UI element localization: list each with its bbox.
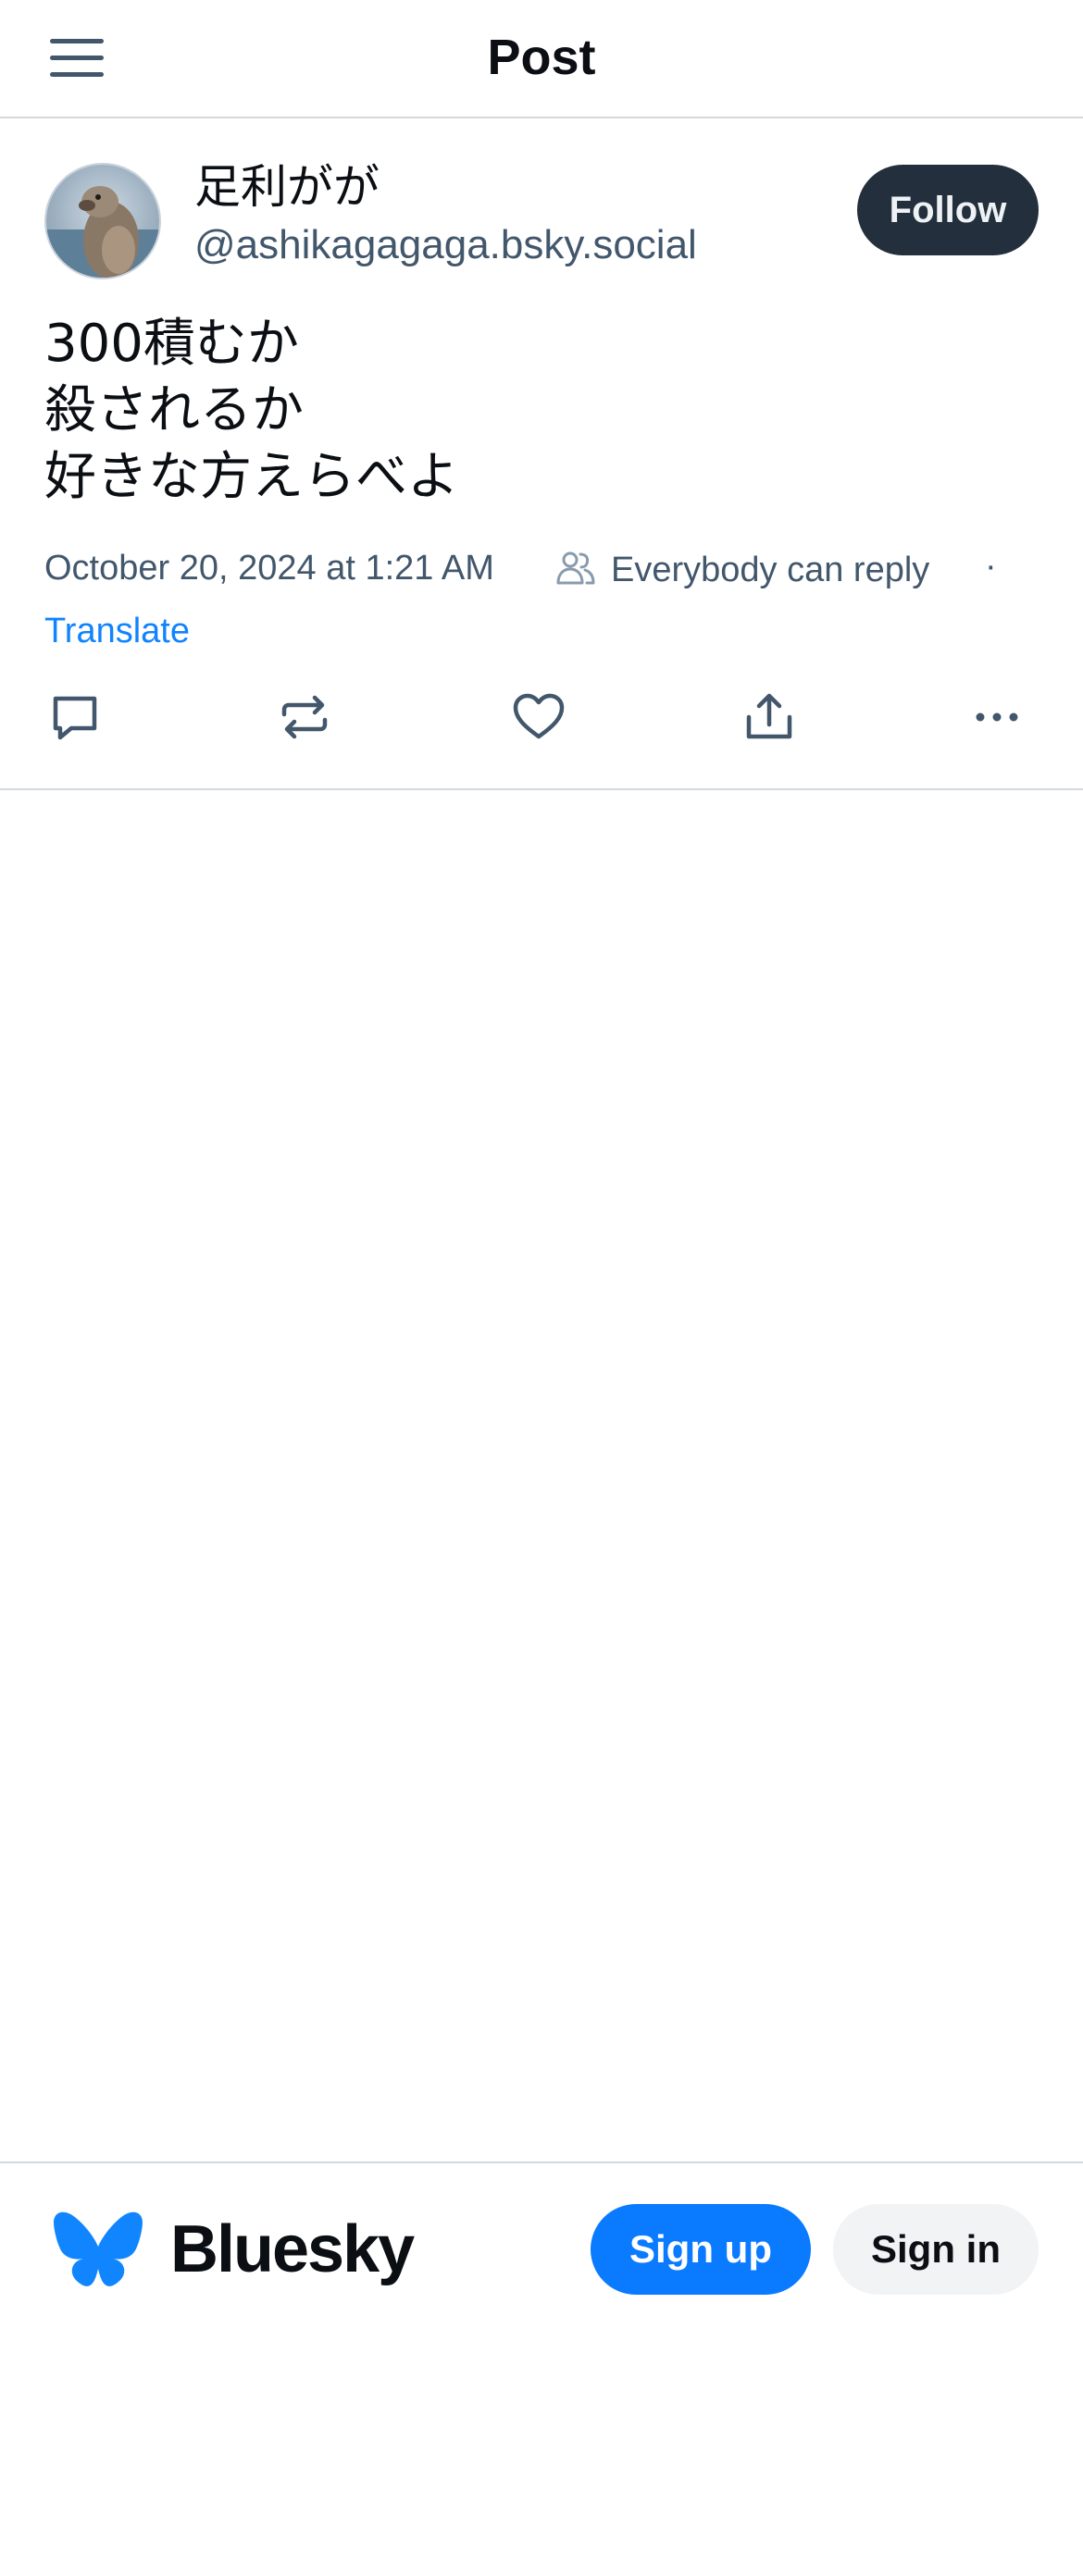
post-meta: October 20, 2024 at 1:21 AM Everybody ca… (44, 540, 1063, 596)
reply-setting[interactable]: Everybody can reply (611, 542, 929, 598)
share-icon[interactable] (737, 685, 802, 749)
author-display-name[interactable]: 足利がが (194, 159, 380, 215)
follow-button[interactable]: Follow (857, 165, 1039, 255)
post-divider (0, 788, 1083, 790)
heart-icon[interactable] (506, 685, 571, 749)
post-text-line: 殺されるか (44, 380, 304, 440)
people-icon (556, 551, 595, 585)
page-title: Post (487, 30, 596, 85)
post-text-line: 300積むか (44, 314, 299, 374)
top-bar: Post (0, 0, 1083, 118)
sign-in-button[interactable]: Sign in (833, 2204, 1039, 2295)
butterfly-icon (54, 2211, 143, 2286)
avatar[interactable] (44, 163, 161, 279)
post-text: 300積むか 殺されるか 好きな方えらべよ (44, 311, 1035, 511)
translate-link[interactable]: Translate (44, 607, 190, 655)
post-actions (0, 685, 1083, 749)
signup-footer: Bluesky Sign up Sign in (0, 2161, 1083, 2310)
more-options-icon[interactable] (965, 685, 1029, 749)
meta-separator: · (985, 547, 997, 586)
sign-up-button[interactable]: Sign up (591, 2204, 811, 2295)
post-text-line: 好きな方えらべよ (44, 447, 459, 507)
author-handle[interactable]: @ashikagagaga.bsky.social (194, 220, 697, 270)
brand-name: Bluesky (170, 2212, 415, 2286)
repost-icon[interactable] (272, 685, 337, 749)
post-timestamp[interactable]: October 20, 2024 at 1:21 AM (44, 540, 494, 596)
comment-icon[interactable] (43, 685, 107, 749)
